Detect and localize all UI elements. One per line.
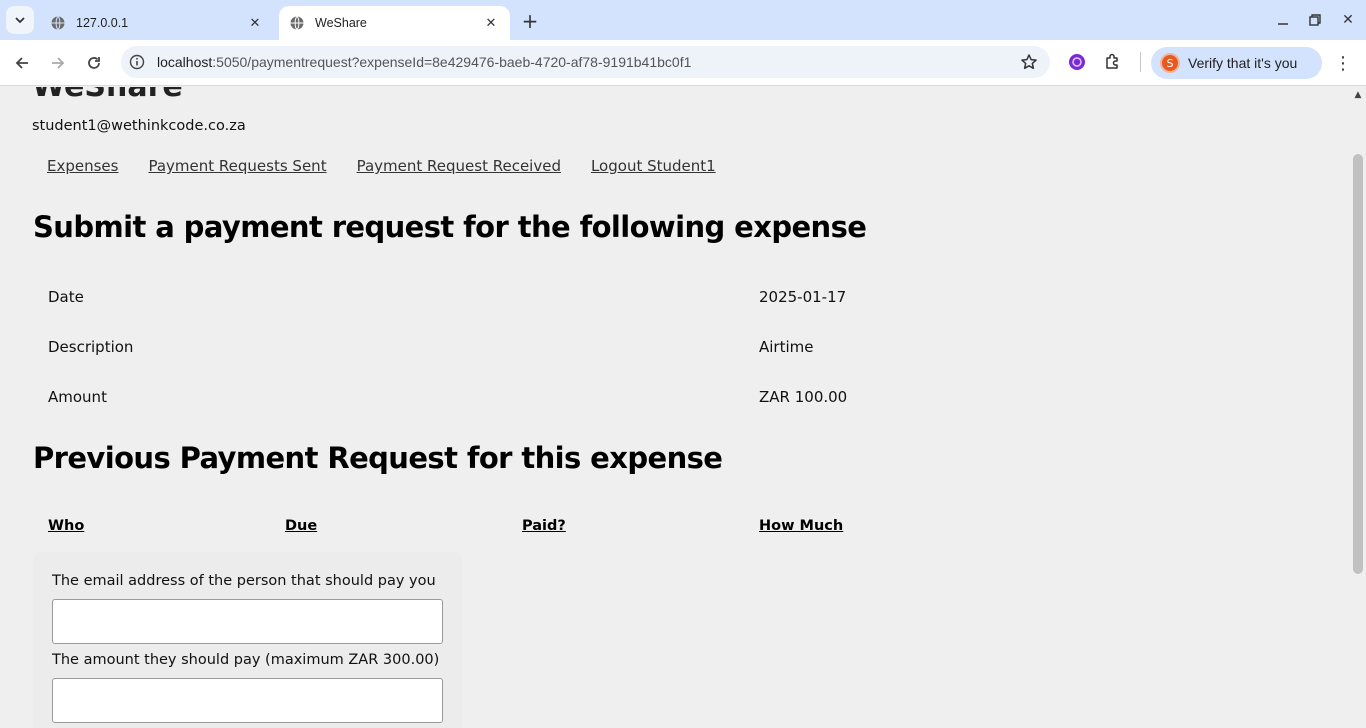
page-viewport: WeShare student1@wethinkcode.co.za Expen… <box>0 87 1366 728</box>
globe-icon <box>50 15 66 31</box>
scrollbar-thumb[interactable] <box>1353 154 1363 574</box>
column-header-how-much: How Much <box>759 518 844 534</box>
minimize-icon[interactable] <box>1271 8 1295 32</box>
url-host: localhost <box>157 54 213 70</box>
forward-arrow-icon[interactable] <box>45 50 71 76</box>
profile-label: Verify that it's you <box>1188 55 1298 71</box>
url-text: localhost:5050/paymentrequest?expenseId=… <box>157 54 691 70</box>
extensions-puzzle-icon[interactable] <box>1103 52 1123 72</box>
bookmark-star-icon[interactable] <box>1020 53 1038 71</box>
previous-requests-heading: Previous Payment Request for this expens… <box>33 441 723 475</box>
tab-title: 127.0.0.1 <box>76 16 129 30</box>
profile-button[interactable]: S Verify that it's you <box>1151 47 1322 79</box>
site-info-icon[interactable] <box>129 54 145 70</box>
expense-label: Date <box>48 288 84 306</box>
expense-value: Airtime <box>759 338 814 356</box>
email-label: The email address of the person that sho… <box>52 573 436 589</box>
user-email: student1@wethinkcode.co.za <box>32 118 246 134</box>
tab-weshare[interactable]: WeShare ✕ <box>279 6 510 40</box>
expense-value: ZAR 100.00 <box>759 388 848 406</box>
expense-label: Description <box>48 338 134 356</box>
email-field[interactable] <box>52 599 443 644</box>
avatar: S <box>1160 53 1180 73</box>
nav-requests-sent-link[interactable]: Payment Requests Sent <box>148 157 326 175</box>
expense-label: Amount <box>48 388 107 406</box>
chevron-down-icon <box>15 17 25 24</box>
restore-icon[interactable] <box>1303 8 1327 32</box>
amount-label: The amount they should pay (maximum ZAR … <box>52 652 440 668</box>
new-tab-plus-icon[interactable]: + <box>518 9 542 33</box>
expense-value: 2025-01-17 <box>759 288 847 306</box>
back-arrow-icon[interactable] <box>9 50 35 76</box>
nav-requests-received-link[interactable]: Payment Request Received <box>357 157 561 175</box>
column-header-due: Due <box>285 518 318 534</box>
url-path: :5050/paymentrequest?expenseId=8e429476-… <box>212 54 692 70</box>
tab-title: WeShare <box>315 16 367 30</box>
site-title: WeShare <box>32 87 183 104</box>
menu-dots-icon[interactable]: ⋮ <box>1333 52 1353 74</box>
nav-logout-link[interactable]: Logout Student1 <box>591 157 716 175</box>
extension-purple-icon[interactable] <box>1067 52 1087 72</box>
close-icon[interactable]: ✕ <box>246 14 264 32</box>
main-nav: Expenses Payment Requests Sent Payment R… <box>47 157 716 175</box>
tab-search-button[interactable] <box>6 6 34 34</box>
tab-strip: 127.0.0.1 ✕ WeShare ✕ + ✕ <box>0 0 1366 40</box>
tab-127[interactable]: 127.0.0.1 ✕ <box>40 6 274 40</box>
scroll-up-arrow-icon[interactable]: ▲ <box>1352 89 1364 101</box>
close-icon[interactable]: ✕ <box>482 14 500 32</box>
close-window-icon[interactable]: ✕ <box>1336 8 1360 32</box>
column-header-paid: Paid? <box>522 518 566 534</box>
address-bar[interactable]: localhost:5050/paymentrequest?expenseId=… <box>121 46 1050 78</box>
globe-icon <box>289 15 305 31</box>
nav-expenses-link[interactable]: Expenses <box>47 157 118 175</box>
submit-heading: Submit a payment request for the followi… <box>33 210 867 244</box>
toolbar-divider <box>1140 52 1141 72</box>
amount-field[interactable] <box>52 678 443 723</box>
reload-icon[interactable] <box>81 50 107 76</box>
column-header-who: Who <box>48 518 85 534</box>
